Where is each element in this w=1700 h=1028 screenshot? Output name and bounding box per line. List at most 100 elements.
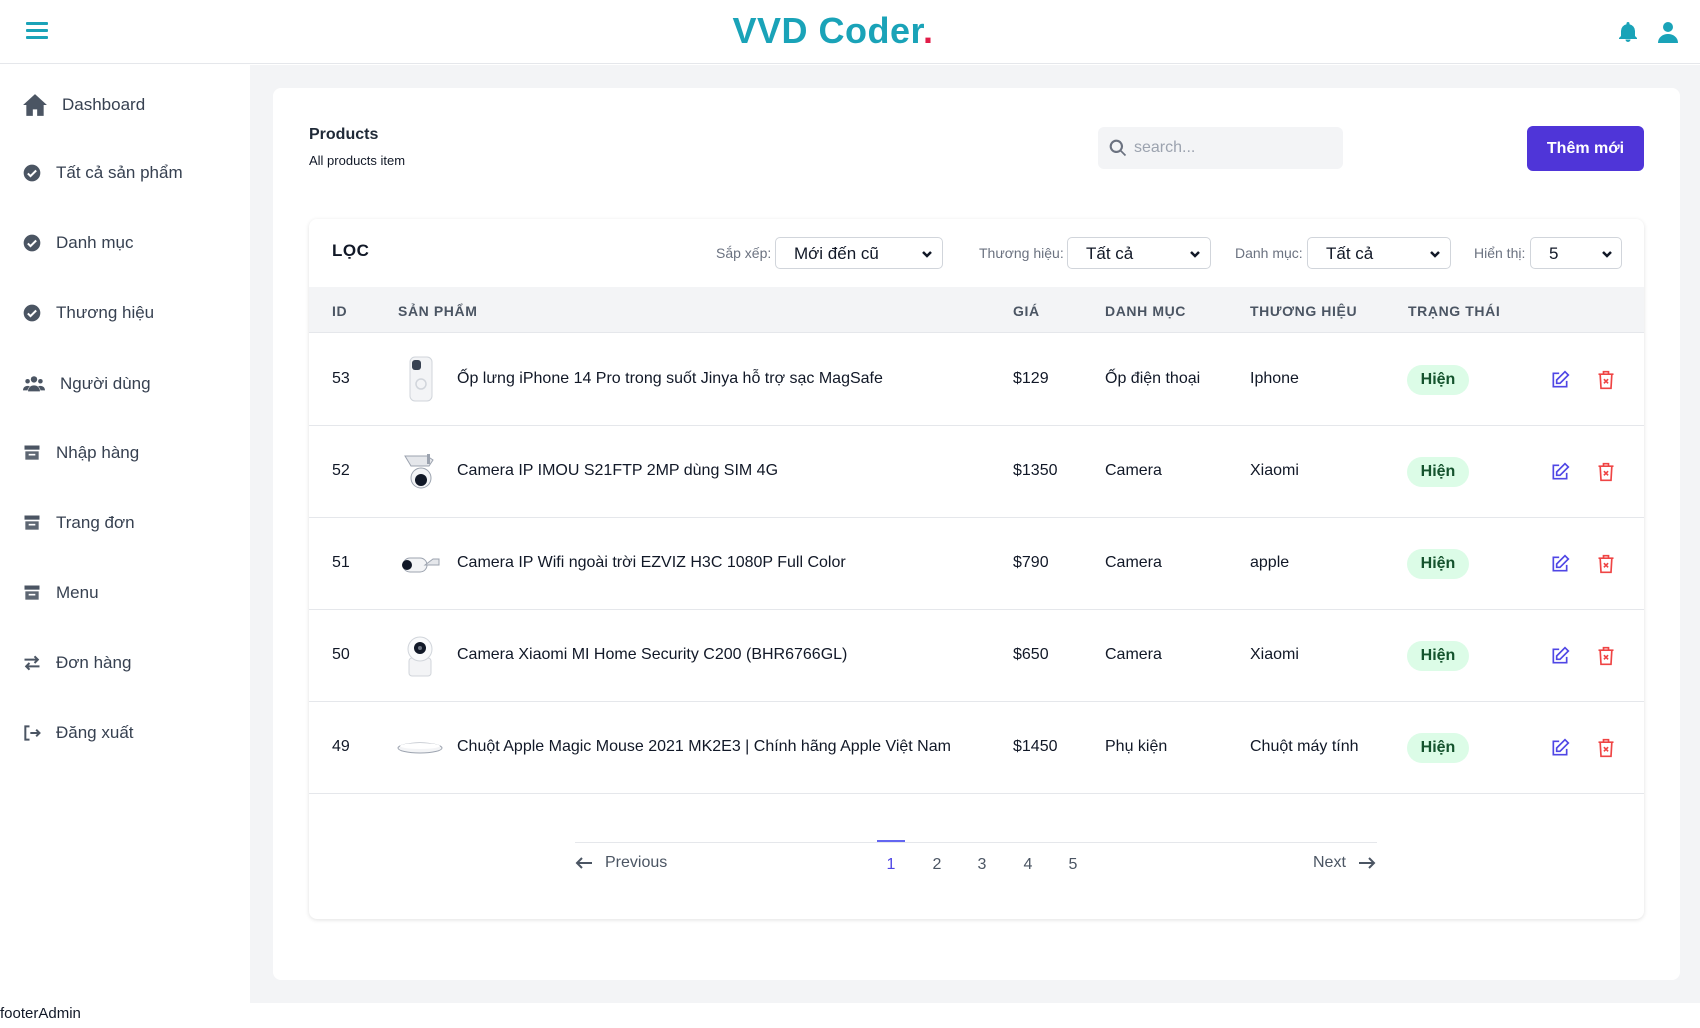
sidebar-item-logout[interactable]: Đăng xuất — [22, 723, 134, 743]
product-name: Ốp lưng iPhone 14 Pro trong suốt Jinya h… — [457, 370, 883, 387]
product-category: Phụ kiện — [1105, 738, 1168, 755]
table-row[interactable]: 52 Camera IP IMOU S21FTP 2MP dùng SIM 4G… — [309, 426, 1644, 518]
edit-icon[interactable] — [1550, 462, 1570, 482]
edit-icon[interactable] — [1550, 646, 1570, 666]
page-subtitle: All products item — [309, 153, 406, 168]
product-brand: apple — [1250, 554, 1290, 571]
status-badge: Hiện — [1407, 549, 1469, 579]
table-row[interactable]: 51 Camera IP Wifi ngoài trời EZVIZ H3C 1… — [309, 518, 1644, 610]
product-category: Camera — [1105, 554, 1162, 571]
sidebar-item-import[interactable]: Nhập hàng — [22, 443, 139, 463]
store-icon — [24, 445, 40, 460]
arrow-left-icon — [575, 857, 592, 869]
sidebar-item-label: Nhập hàng — [56, 443, 140, 462]
next-button[interactable]: Next — [1313, 854, 1376, 872]
product-category: Camera — [1105, 646, 1162, 663]
sidebar-item-users[interactable]: Người dùng — [22, 373, 151, 395]
search-input[interactable] — [1134, 139, 1334, 157]
products-table-panel: LỌC Sắp xếp: Mới đến cũ Thương hiệu: Tất… — [309, 219, 1644, 919]
sidebar-item-pages[interactable]: Trang đơn — [22, 513, 135, 533]
brand-label: Thương hiệu: — [979, 245, 1064, 261]
product-thumbnail — [407, 636, 433, 677]
check-circle-icon — [23, 234, 41, 252]
product-name: Chuột Apple Magic Mouse 2021 MK2E3 | Chí… — [457, 738, 951, 755]
product-brand: Xiaomi — [1250, 462, 1299, 479]
brand-logo[interactable]: VVD Coder. — [0, 10, 1666, 52]
row-id: 51 — [332, 554, 350, 571]
sidebar-item-all-products[interactable]: Tất cả sản phẩm — [22, 163, 183, 183]
sidebar-item-label: Danh mục — [56, 233, 134, 252]
show-select[interactable]: 5 — [1530, 237, 1622, 269]
brand-select[interactable]: Tất cả — [1067, 237, 1211, 269]
table-row[interactable]: 49 Chuột Apple Magic Mouse 2021 MK2E3 | … — [309, 702, 1644, 794]
edit-icon[interactable] — [1550, 554, 1570, 574]
bell-icon[interactable] — [1616, 20, 1640, 44]
check-circle-icon — [23, 164, 41, 182]
check-circle-icon — [23, 304, 41, 322]
delete-icon[interactable] — [1596, 646, 1616, 666]
brand-name: VVD Coder — [732, 10, 924, 51]
delete-icon[interactable] — [1596, 370, 1616, 390]
column-header: SẢN PHẨM — [398, 303, 478, 319]
column-header: DANH MỤC — [1105, 303, 1187, 319]
sidebar-item-label: Menu — [56, 583, 99, 602]
sidebar-item-brands[interactable]: Thương hiệu — [22, 303, 154, 323]
delete-icon[interactable] — [1596, 554, 1616, 574]
delete-icon[interactable] — [1596, 462, 1616, 482]
users-icon — [23, 376, 45, 392]
exchange-icon — [24, 655, 40, 671]
column-header: ID — [332, 303, 348, 319]
product-brand: Xiaomi — [1250, 646, 1299, 663]
sort-select[interactable]: Mới đến cũ — [775, 237, 943, 269]
filter-title: LỌC — [332, 241, 370, 260]
category-select[interactable]: Tất cả — [1307, 237, 1451, 269]
page-link-1[interactable]: 1 — [881, 856, 901, 874]
page-link-5[interactable]: 5 — [1063, 856, 1083, 874]
product-thumbnail — [409, 356, 433, 402]
status-badge: Hiện — [1407, 457, 1469, 487]
sidebar-item-label: Người dùng — [60, 374, 151, 393]
product-price: $129 — [1013, 370, 1049, 387]
page-link-2[interactable]: 2 — [927, 856, 947, 874]
product-brand: Iphone — [1250, 370, 1299, 387]
pagination-divider — [575, 842, 1377, 843]
delete-icon[interactable] — [1596, 738, 1616, 758]
product-thumbnail — [402, 557, 440, 573]
page-link-4[interactable]: 4 — [1018, 856, 1038, 874]
column-header: GIÁ — [1013, 303, 1040, 319]
page-title: Products — [309, 126, 379, 143]
edit-icon[interactable] — [1550, 370, 1570, 390]
sidebar-item-label: Đăng xuất — [56, 723, 134, 742]
product-category: Camera — [1105, 462, 1162, 479]
row-id: 49 — [332, 738, 350, 755]
product-brand: Chuột máy tính — [1250, 738, 1359, 755]
status-badge: Hiện — [1407, 733, 1469, 763]
sidebar-item-label: Đơn hàng — [56, 653, 132, 672]
page-link-3[interactable]: 3 — [972, 856, 992, 874]
sidebar-item-label: Trang đơn — [56, 513, 135, 532]
sidebar-item-label: Tất cả sản phẩm — [56, 163, 183, 182]
status-badge: Hiện — [1407, 365, 1469, 395]
logout-icon — [24, 725, 41, 741]
edit-icon[interactable] — [1550, 738, 1570, 758]
sidebar-item-label: Thương hiệu — [56, 303, 155, 322]
sidebar-item-dashboard[interactable]: Dashboard — [22, 92, 145, 118]
previous-label: Previous — [605, 854, 668, 871]
previous-button[interactable]: Previous — [575, 854, 667, 872]
product-name: Camera Xiaomi MI Home Security C200 (BHR… — [457, 646, 848, 663]
table-row[interactable]: 50 Camera Xiaomi MI Home Security C200 (… — [309, 610, 1644, 702]
column-header: TRẠNG THÁI — [1408, 303, 1501, 319]
next-label: Next — [1313, 854, 1346, 871]
product-category: Ốp điện thoại — [1105, 370, 1201, 387]
user-icon[interactable] — [1656, 20, 1680, 44]
top-header: VVD Coder. — [0, 0, 1700, 64]
sidebar-item-orders[interactable]: Đơn hàng — [22, 653, 131, 673]
status-badge: Hiện — [1407, 641, 1469, 671]
sort-label: Sắp xếp: — [716, 245, 772, 261]
add-new-button[interactable]: Thêm mới — [1527, 126, 1644, 171]
sidebar-item-categories[interactable]: Danh mục — [22, 233, 133, 253]
sidebar-item-menu[interactable]: Menu — [22, 583, 99, 603]
arrow-right-icon — [1358, 857, 1376, 869]
product-name: Camera IP Wifi ngoài trời EZVIZ H3C 1080… — [457, 554, 846, 571]
table-row[interactable]: 53 Ốp lưng iPhone 14 Pro trong suốt Jiny… — [309, 334, 1644, 426]
